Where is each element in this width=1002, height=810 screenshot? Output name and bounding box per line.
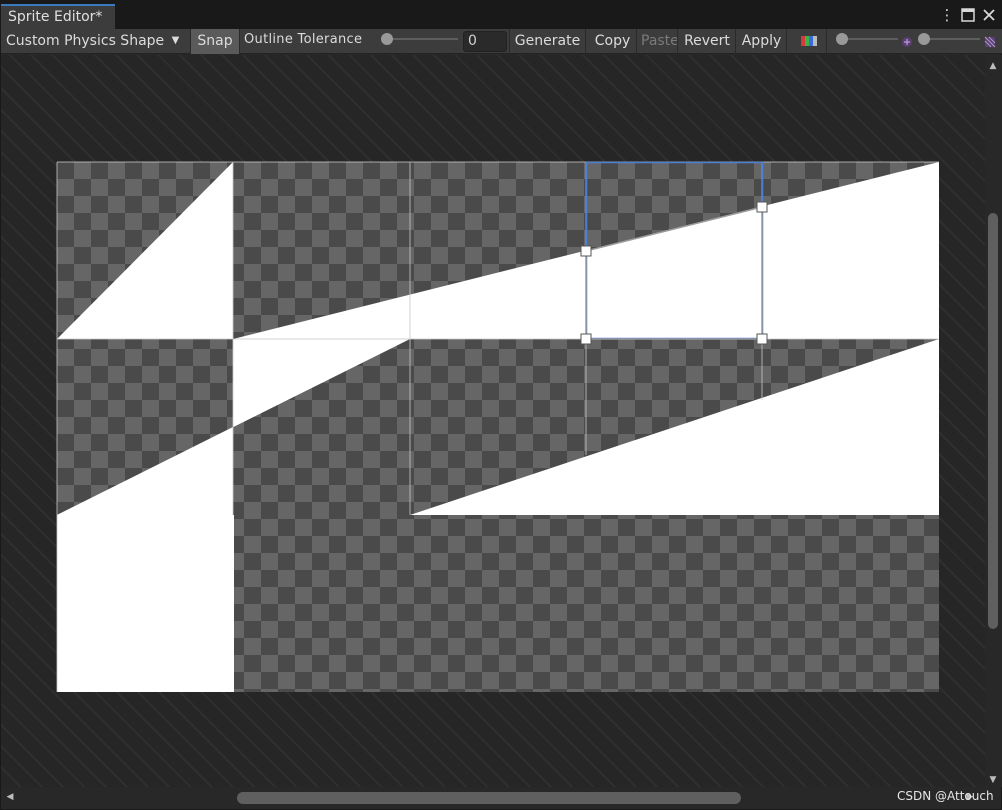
window-tab-bar: Sprite Editor* ⋮ xyxy=(1,1,1002,29)
outline-tolerance-label: Outline Tolerance xyxy=(244,32,363,47)
snap-toggle[interactable]: Snap xyxy=(191,29,240,54)
outline-vertex-handle[interactable] xyxy=(756,333,768,345)
horizontal-scroll-thumb[interactable] xyxy=(237,792,741,804)
sprite-canvas[interactable] xyxy=(1,55,985,787)
zoom-track[interactable] xyxy=(840,38,898,40)
scroll-down-icon[interactable]: ▼ xyxy=(988,775,998,785)
outline-tolerance-slider[interactable] xyxy=(381,33,393,45)
vertical-scroll-thumb[interactable] xyxy=(988,213,998,629)
zoom-slider[interactable] xyxy=(836,33,848,45)
apply-button[interactable]: Apply xyxy=(737,29,787,54)
sprite-canvas-viewport[interactable] xyxy=(1,55,985,787)
outline-vertex-handle[interactable] xyxy=(756,201,768,213)
sprite-editor-window: Sprite Editor* ⋮ Custom Physics Shape ▼ … xyxy=(0,0,1002,810)
vertical-scrollbar[interactable]: ▲ ▼ xyxy=(985,55,1002,787)
rgb-channels-icon xyxy=(801,36,817,46)
mode-dropdown-label: Custom Physics Shape xyxy=(6,33,165,49)
color-channel-button[interactable] xyxy=(791,29,827,54)
tab-sprite-editor[interactable]: Sprite Editor* xyxy=(1,4,115,29)
outline-tolerance-field[interactable]: 0 xyxy=(463,31,507,52)
outline-tolerance-track[interactable] xyxy=(386,38,458,40)
paste-button[interactable]: Paste xyxy=(638,29,678,54)
zoom-small-icon xyxy=(901,33,913,47)
revert-button[interactable]: Revert xyxy=(679,29,736,54)
scroll-left-icon[interactable]: ◀ xyxy=(5,792,15,802)
sprite-shape xyxy=(57,515,234,692)
scroll-up-icon[interactable]: ▲ xyxy=(988,61,998,71)
maximize-icon[interactable] xyxy=(960,6,976,24)
more-options-icon[interactable]: ⋮ xyxy=(939,6,955,24)
dropdown-arrow-icon: ▼ xyxy=(171,35,180,46)
alpha-slider[interactable] xyxy=(918,33,930,45)
outline-vertex-handle[interactable] xyxy=(580,333,592,345)
mipmap-icon xyxy=(984,33,996,48)
copy-button[interactable]: Copy xyxy=(589,29,637,54)
mode-dropdown[interactable]: Custom Physics Shape ▼ xyxy=(1,29,191,54)
generate-button[interactable]: Generate xyxy=(509,29,586,54)
toolbar: Custom Physics Shape ▼ Snap Outline Tole… xyxy=(1,29,1002,54)
close-icon[interactable] xyxy=(981,6,997,24)
alpha-track[interactable] xyxy=(922,38,980,40)
outline-vertex-handle[interactable] xyxy=(580,245,592,257)
horizontal-scrollbar[interactable]: ◀ ▶ xyxy=(1,787,985,809)
watermark-text: CSDN @Attouch xyxy=(897,789,994,803)
